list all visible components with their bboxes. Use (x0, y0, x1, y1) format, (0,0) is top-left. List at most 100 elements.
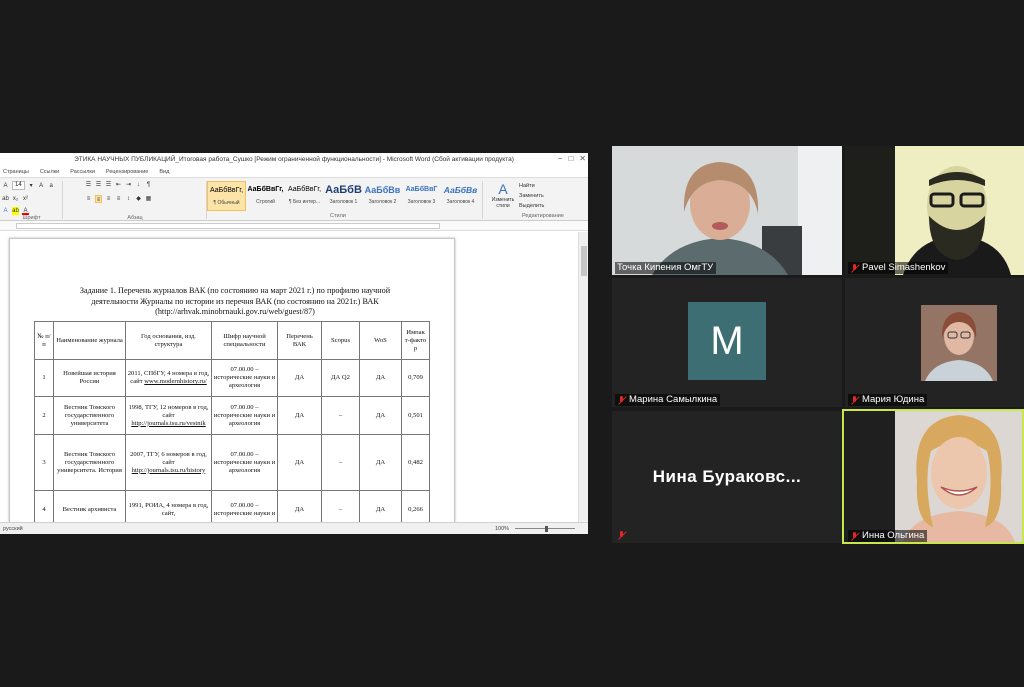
participant-tile[interactable]: M Марина Самылкина (612, 278, 842, 407)
cell-code: 07.00.00 – исторические науки и (211, 490, 278, 522)
borders-icon[interactable]: ▦ (145, 195, 152, 203)
style-preview: АаБбВвГг, (209, 187, 244, 194)
style-heading-3[interactable]: АаБбВвГ Заголовок 3 (402, 181, 441, 211)
column-header: WoS (359, 321, 402, 360)
close-button[interactable]: ✕ (579, 154, 586, 163)
journal-link[interactable]: http://journals.tsu.ru/vestnik (131, 420, 205, 427)
participant-name-label: Инна Ольгина (848, 530, 928, 542)
participant-tile[interactable]: Точка Кипения ОмгТУ (612, 146, 842, 275)
align-right-icon[interactable]: ≡ (105, 195, 112, 203)
subscript-icon[interactable]: x₂ (12, 195, 19, 203)
participant-name-label: Pavel Simashenkov (848, 262, 949, 274)
style-strong[interactable]: АаБбВвГг, Строгий (246, 181, 285, 211)
journal-link[interactable]: www.modernhistory.ru/ (144, 378, 207, 385)
cell-scopus: – (321, 434, 360, 491)
cell-vak: ДА (277, 359, 322, 397)
scrollbar-thumb[interactable] (581, 246, 587, 276)
cell-vak: ДА (277, 434, 322, 491)
zoom-slider-knob[interactable] (545, 526, 548, 532)
maximize-button[interactable]: □ (568, 154, 573, 163)
participant-tile[interactable]: Инна Ольгина (845, 411, 1024, 543)
style-normal[interactable]: АаБбВвГг, ¶ Обычный (207, 181, 246, 211)
participant-name: Инна Ольгина (862, 530, 925, 541)
styles-gallery: АаБбВвГг, ¶ Обычный АаБбВвГг, Строгий Аа… (207, 181, 480, 211)
shading-icon[interactable]: ◆ (135, 195, 142, 203)
style-name: ¶ Обычный (213, 200, 240, 206)
heading-line: Задание 1. Перечень журналов ВАК (по сос… (79, 286, 391, 295)
text-effects-icon[interactable]: A (2, 207, 9, 215)
style-heading-2[interactable]: АаБбВв Заголовок 2 (363, 181, 402, 211)
tab-view[interactable]: Вид (159, 169, 169, 175)
font-color-icon[interactable]: A (22, 207, 29, 215)
zoom-meeting-screen: ЭТИКА НАУЧНЫХ ПУБЛИКАЦИЙ_Итоговая работа… (0, 0, 1024, 687)
cell-journal-name: Вестник Томского государственного универ… (53, 396, 126, 435)
style-preview: АаБбВвГ (405, 186, 438, 193)
align-left-icon[interactable]: ≡ (85, 195, 92, 203)
tab-pages[interactable]: Страницы (3, 169, 29, 175)
participant-name-label: Марина Самылкина (615, 394, 721, 406)
pilcrow-icon[interactable]: ¶ (145, 181, 152, 189)
participant-tile[interactable]: Нина Бураковс... (612, 411, 842, 543)
numbering-icon[interactable]: ☰ (95, 181, 102, 189)
cell-number: 4 (34, 490, 54, 522)
ribbon-tabs: Страницы Ссылки Рассылки Рецензирование … (0, 166, 588, 177)
superscript-icon[interactable]: x² (22, 195, 29, 203)
find-button[interactable]: Найти (488, 181, 588, 191)
style-no-spacing[interactable]: АаБбВвГг, ¶ Без интер... (285, 181, 324, 211)
style-name: Заголовок 1 (329, 199, 358, 205)
vertical-scrollbar[interactable] (578, 232, 588, 522)
strikethrough-icon[interactable]: ab (2, 195, 9, 203)
cell-journal-name: Вестник архивиста (53, 490, 126, 522)
cell-year: 1998, ТГУ, 12 номеров в год, сайт http:/… (125, 396, 212, 435)
style-heading-4[interactable]: АаБбВв Заголовок 4 (441, 181, 480, 211)
style-name: Заголовок 2 (368, 199, 397, 205)
line-spacing-icon[interactable]: ↕ (125, 195, 132, 203)
select-button[interactable]: Выделить (488, 201, 588, 211)
font-color-a-icon[interactable]: A (2, 182, 9, 190)
style-preview: АаБбВвГг, (287, 186, 322, 193)
cell-impact: 0,266 (401, 490, 430, 522)
tab-mailings[interactable]: Рассылки (70, 169, 95, 175)
style-name: Заголовок 4 (446, 199, 475, 205)
align-center-icon[interactable]: ≡ (95, 195, 102, 203)
replace-button[interactable]: Заменить (488, 191, 588, 201)
tab-references[interactable]: Ссылки (40, 169, 59, 175)
document-heading: Задание 1. Перечень журналов ВАК (по сос… (40, 286, 430, 318)
style-preview: АаБбВвГг, (247, 186, 284, 193)
font-size-box[interactable]: 14 (12, 181, 25, 190)
participant-tile[interactable]: Мария Юдина (845, 278, 1024, 407)
cell-year: 2007, ТГУ, 6 номеров в год, сайт http://… (125, 434, 212, 491)
sort-icon[interactable]: ↓ (135, 181, 142, 189)
window-title: ЭТИКА НАУЧНЫХ ПУБЛИКАЦИЙ_Итоговая работа… (74, 156, 514, 163)
shrink-font-icon[interactable]: a (48, 182, 55, 190)
language-indicator[interactable]: русский (3, 526, 23, 532)
minimize-button[interactable]: − (558, 154, 563, 163)
bullets-icon[interactable]: ☰ (85, 181, 92, 189)
highlight-icon[interactable]: ab (12, 207, 19, 215)
column-header: Шифр научной специальности (211, 321, 278, 360)
tab-review[interactable]: Рецензирование (106, 169, 148, 175)
style-heading-1[interactable]: АаБбВ Заголовок 1 (324, 181, 363, 211)
table-row: 3 Вестник Томского государственного унив… (34, 434, 430, 491)
multilevel-list-icon[interactable]: ☰ (105, 181, 112, 189)
mic-muted-icon (617, 531, 626, 540)
justify-icon[interactable]: ≡ (115, 195, 122, 203)
cell-vak: ДА (277, 396, 322, 435)
cell-number: 2 (34, 396, 54, 435)
cell-journal-name: Вестник Томского государственного универ… (53, 434, 126, 491)
grow-font-icon[interactable]: A (38, 182, 45, 190)
zoom-level[interactable]: 100% (495, 526, 509, 532)
style-preview: АаБбВв (364, 185, 401, 195)
participant-video (845, 411, 1024, 543)
participant-tile[interactable]: Pavel Simashenkov (845, 146, 1024, 275)
journal-link[interactable]: http://journals.tsu.ru/history (132, 467, 206, 474)
year-text: 2007, ТГУ, 6 номеров в год, сайт (130, 450, 207, 466)
decrease-indent-icon[interactable]: ⇤ (115, 181, 122, 189)
cell-journal-name: Новейшая история России (53, 359, 126, 397)
paragraph-group: ☰ ☰ ☰ ⇤ ⇥ ↓ ¶ ≡ ≡ ≡ ≡ ↕ ◆ ▦ Абзац (63, 178, 207, 222)
editing-group: Найти Заменить Выделить (488, 181, 588, 211)
increase-indent-icon[interactable]: ⇥ (125, 181, 132, 189)
chevron-down-icon[interactable]: ▾ (28, 182, 35, 190)
style-preview: АаБбВв (443, 185, 478, 195)
column-header: Перечень ВАК (277, 321, 322, 360)
